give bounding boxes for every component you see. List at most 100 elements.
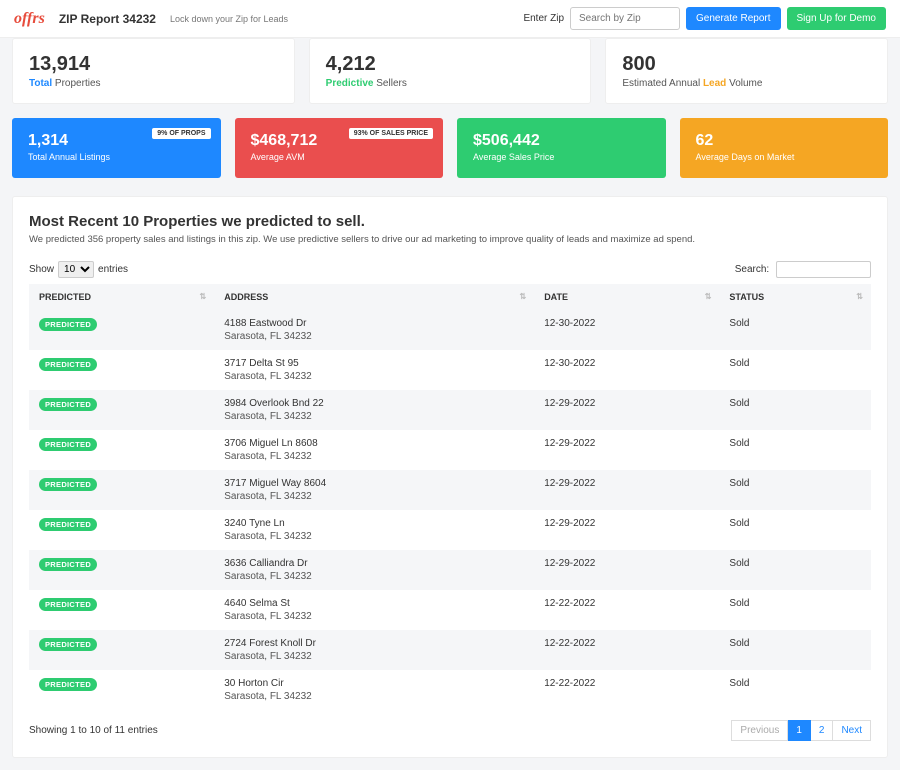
address-line2: Sarasota, FL 34232 [224, 531, 524, 542]
predicted-badge: PREDICTED [39, 318, 97, 331]
table-row: PREDICTED 3717 Delta St 95 Sarasota, FL 34… [29, 350, 871, 390]
date-cell: 12-29-2022 [534, 430, 719, 470]
status-cell: Sold [719, 310, 871, 350]
predicted-badge: PREDICTED [39, 478, 97, 491]
date-cell: 12-29-2022 [534, 470, 719, 510]
stat-label: Average Days on Market [696, 152, 873, 162]
date-cell: 12-22-2022 [534, 590, 719, 630]
table-row: PREDICTED4188 Eastwood DrSarasota, FL 34… [29, 310, 871, 350]
predictions-panel: Most Recent 10 Properties we predicted t… [12, 196, 888, 758]
address-line1: 4640 Selma St [224, 598, 524, 609]
status-cell: Sold [719, 390, 871, 430]
signup-demo-button[interactable]: Sign Up for Demo [787, 7, 886, 30]
kpi-label: Total Properties [29, 78, 278, 89]
table-controls: Show 10 entries Search: [29, 261, 871, 278]
panel-subtitle: We predicted 356 property sales and list… [29, 234, 871, 245]
table-row: PREDICTED 2724 Forest Knoll Dr Sarasota, F… [29, 630, 871, 670]
status-cell: Sold [719, 550, 871, 590]
address-line2: Sarasota, FL 34232 [224, 691, 524, 702]
kpi-card: 13,914 Total Properties [12, 38, 295, 104]
address-line2: Sarasota, FL 34232 [224, 651, 524, 662]
date-cell: 12-29-2022 [534, 390, 719, 430]
predicted-badge: PREDICTED [39, 678, 97, 691]
date-cell: 12-22-2022 [534, 630, 719, 670]
column-header[interactable]: STATUS⇅ [719, 284, 871, 310]
zip-search-input[interactable] [570, 7, 680, 30]
kpi-label: Predictive Sellers [326, 78, 575, 89]
stat-value: $506,442 [473, 132, 650, 150]
entries-label: entries [98, 264, 128, 275]
stat-card: $506,442 Average Sales Price [457, 118, 666, 178]
pager-page-button[interactable]: 2 [811, 720, 834, 741]
kpi-value: 800 [622, 53, 871, 76]
address-line2: Sarasota, FL 34232 [224, 411, 524, 422]
kpi-value: 4,212 [326, 53, 575, 76]
enter-zip-label: Enter Zip [523, 13, 564, 24]
kpi-card: 800 Estimated Annual Lead Volume [605, 38, 888, 104]
table-info: Showing 1 to 10 of 11 entries [29, 725, 158, 736]
address-line1: 2724 Forest Knoll Dr [224, 638, 524, 649]
kpi-row: 13,914 Total Properties 4,212 Predictive Se… [12, 38, 888, 104]
column-header[interactable]: DATE⇅ [534, 284, 719, 310]
address-line2: Sarasota, FL 34232 [224, 371, 524, 382]
status-cell: Sold [719, 470, 871, 510]
sort-icon: ⇅ [705, 292, 712, 301]
pager-prev-button[interactable]: Previous [731, 720, 788, 741]
stat-value: 62 [696, 132, 873, 150]
predicted-badge: PREDICTED [39, 438, 97, 451]
topbar: offrs ZIP Report 34232 Lock down your Zi… [0, 0, 900, 38]
table-row: PREDICTED3240 Tyne LnSarasota, FL 342321… [29, 510, 871, 550]
predicted-badge: PREDICTED [39, 638, 97, 651]
predicted-badge: PREDICTED [39, 398, 97, 411]
address-line1: 3240 Tyne Ln [224, 518, 524, 529]
kpi-value: 13,914 [29, 53, 278, 76]
address-line2: Sarasota, FL 34232 [224, 451, 524, 462]
stat-label: Total Annual Listings [28, 152, 205, 162]
table-row: PREDICTED 3984 Overlook Bnd 22 Sarasota, F… [29, 390, 871, 430]
sort-icon: ⇅ [519, 292, 526, 301]
address-line1: 3984 Overlook Bnd 22 [224, 398, 524, 409]
stat-row: 1,314Total Annual Listings9% OF PROPS$46… [12, 118, 888, 178]
predicted-badge: PREDICTED [39, 518, 97, 531]
logo: offrs [14, 10, 45, 28]
table-row: PREDICTED 4640 Selma St Sarasota, FL 34232… [29, 590, 871, 630]
kpi-label: Estimated Annual Lead Volume [622, 78, 871, 89]
table-search-input[interactable] [776, 261, 871, 278]
pagination: Previous12Next [731, 720, 871, 741]
predicted-badge: PREDICTED [39, 358, 97, 371]
tagline: Lock down your Zip for Leads [170, 14, 523, 24]
status-cell: Sold [719, 350, 871, 390]
stat-card: 1,314Total Annual Listings9% OF PROPS [12, 118, 221, 178]
address-line1: 30 Horton Cir [224, 678, 524, 689]
table-row: PREDICTED 3717 Miguel Way 8604 Sarasota, F… [29, 470, 871, 510]
predictions-table: PREDICTED⇅ADDRESS⇅DATE⇅STATUS⇅ PREDICTED… [29, 284, 871, 710]
address-line2: Sarasota, FL 34232 [224, 611, 524, 622]
show-label: Show [29, 264, 54, 275]
status-cell: Sold [719, 430, 871, 470]
page-length-select[interactable]: 10 [58, 261, 94, 278]
page-title: ZIP Report 34232 [59, 12, 156, 26]
column-header[interactable]: ADDRESS⇅ [214, 284, 534, 310]
address-line1: 3717 Miguel Way 8604 [224, 478, 524, 489]
stat-card: $468,712Average AVM93% OF SALES PRICE [235, 118, 444, 178]
pager-next-button[interactable]: Next [833, 720, 871, 741]
address-line1: 3717 Delta St 95 [224, 358, 524, 369]
search-label: Search: [735, 264, 769, 275]
pager-page-button[interactable]: 1 [788, 720, 811, 741]
date-cell: 12-30-2022 [534, 350, 719, 390]
column-header[interactable]: PREDICTED⇅ [29, 284, 214, 310]
predicted-badge: PREDICTED [39, 598, 97, 611]
date-cell: 12-30-2022 [534, 310, 719, 350]
sort-icon: ⇅ [200, 292, 207, 301]
stat-label: Average Sales Price [473, 152, 650, 162]
predicted-badge: PREDICTED [39, 558, 97, 571]
status-cell: Sold [719, 670, 871, 710]
address-line2: Sarasota, FL 34232 [224, 331, 524, 342]
table-footer: Showing 1 to 10 of 11 entries Previous12… [29, 720, 871, 741]
address-line2: Sarasota, FL 34232 [224, 491, 524, 502]
date-cell: 12-29-2022 [534, 550, 719, 590]
stat-badge: 9% OF PROPS [152, 128, 210, 139]
table-row: PREDICTED3706 Miguel Ln 8608Sarasota, FL… [29, 430, 871, 470]
stat-label: Average AVM [251, 152, 428, 162]
generate-report-button[interactable]: Generate Report [686, 7, 781, 30]
